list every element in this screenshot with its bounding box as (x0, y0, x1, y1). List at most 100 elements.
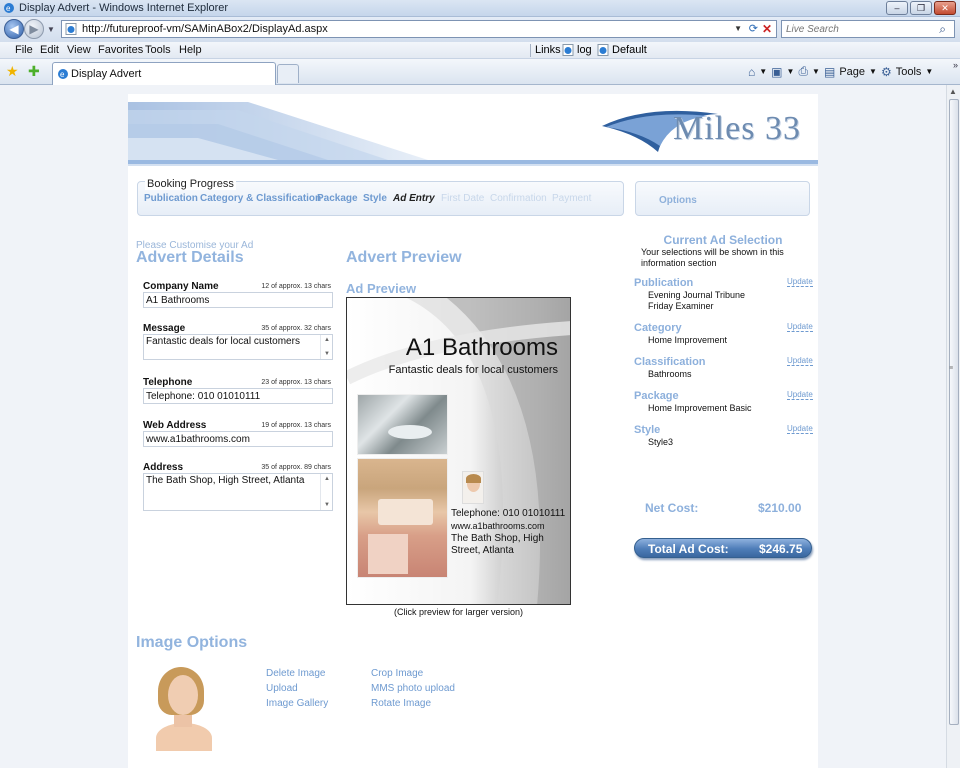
update-style-link[interactable]: Update (787, 424, 813, 434)
menu-view[interactable]: View (67, 44, 91, 56)
ad-preview-subtitle: Ad Preview (346, 281, 417, 296)
feeds-icon[interactable]: ▣ (771, 65, 782, 79)
stop-icon[interactable]: ✕ (762, 22, 772, 36)
address-field[interactable]: The Bath Shop, High Street, Atlanta ▲ ▼ (143, 473, 333, 511)
add-favorites-icon[interactable]: ✚ (28, 63, 40, 80)
ad-preview-image[interactable]: A1 Bathrooms Fantastic deals for local c… (346, 297, 571, 605)
menu-file[interactable]: File (15, 44, 33, 56)
ad-tagline: Fantastic deals for local customers (388, 364, 558, 376)
classification-heading: Classification (634, 356, 706, 368)
menu-favorites[interactable]: Favorites (98, 44, 143, 56)
page-menu[interactable]: Page (839, 66, 865, 78)
scroll-up-icon[interactable]: ▲ (949, 87, 957, 96)
svg-text:e: e (6, 4, 11, 13)
history-dropdown-icon[interactable]: ▼ (47, 25, 55, 34)
refresh-icon[interactable]: ⟳ (749, 22, 758, 35)
address-bar[interactable]: http://futureproof-vm/SAMinABox2/Display… (61, 20, 777, 38)
favorites-star-icon[interactable]: ★ (6, 63, 19, 80)
ad-title: A1 Bathrooms (405, 334, 558, 361)
back-icon[interactable]: ◀ (4, 19, 24, 39)
menu-help[interactable]: Help (179, 44, 202, 56)
update-publication-link[interactable]: Update (787, 277, 813, 287)
advert-details-title: Advert Details (136, 249, 244, 266)
ie-icon (597, 44, 609, 56)
link-log-label[interactable]: log (577, 44, 592, 56)
style-value: Style3 (648, 437, 674, 447)
page-dropdown-icon[interactable]: ▼ (869, 67, 877, 76)
tab-title: Display Advert (71, 68, 142, 80)
menu-tools[interactable]: Tools (145, 44, 171, 56)
image-gallery-link[interactable]: Image Gallery (266, 698, 328, 709)
scrollbar-thumb[interactable] (949, 99, 959, 725)
message-value[interactable]: Fantastic deals for local customers (146, 336, 300, 347)
print-icon[interactable]: ⎙ (798, 64, 808, 79)
search-icon[interactable]: ⌕ (939, 22, 946, 37)
telephone-label: Telephone (143, 377, 193, 388)
page-ie-icon: e (58, 69, 68, 79)
close-window-button[interactable]: ✕ (934, 1, 956, 15)
address-url[interactable]: http://futureproof-vm/SAMinABox2/Display… (82, 23, 328, 35)
tools-gear-icon[interactable]: ⚙ (881, 65, 892, 79)
search-box[interactable]: ⌕ (781, 20, 955, 38)
delete-image-link[interactable]: Delete Image (266, 668, 325, 679)
step-package[interactable]: Package (317, 193, 358, 204)
print-dropdown-icon[interactable]: ▼ (812, 67, 820, 76)
uploaded-image-thumbnail[interactable] (152, 665, 214, 751)
minimize-button[interactable]: – (886, 1, 908, 15)
ie-icon: e (4, 3, 14, 13)
update-category-link[interactable]: Update (787, 322, 813, 332)
vertical-scrollbar[interactable]: ▲ ≡ (946, 85, 960, 768)
upload-link[interactable]: Upload (266, 683, 298, 694)
command-bar: ⌂ ▼ ▣ ▼ ⎙ ▼ ▤ Page ▼ ⚙ Tools ▼ (748, 64, 933, 79)
telephone-field[interactable] (143, 388, 333, 404)
mms-photo-upload-link[interactable]: MMS photo upload (371, 683, 455, 694)
menu-edit[interactable]: Edit (40, 44, 59, 56)
feeds-dropdown-icon[interactable]: ▼ (787, 67, 795, 76)
message-field[interactable]: Fantastic deals for local customers ▲ ▼ (143, 334, 333, 360)
web-address-count: 19 of approx. 13 chars (261, 422, 331, 429)
web-address-field[interactable] (143, 431, 333, 447)
page-content: Miles 33 Booking Progress Publication Ca… (128, 94, 818, 768)
step-first-date: First Date (441, 193, 485, 204)
step-style[interactable]: Style (363, 193, 387, 204)
page-viewport: Miles 33 Booking Progress Publication Ca… (0, 85, 946, 768)
link-default-label[interactable]: Default (612, 44, 647, 56)
company-name-field[interactable] (143, 292, 333, 308)
link-default[interactable]: Default (597, 44, 647, 56)
address-dropdown-icon[interactable]: ▼ (734, 24, 742, 33)
search-input[interactable] (782, 21, 922, 37)
crop-image-link[interactable]: Crop Image (371, 668, 423, 679)
current-selection-title: Current Ad Selection (663, 233, 783, 247)
step-publication[interactable]: Publication (144, 193, 198, 204)
rotate-image-link[interactable]: Rotate Image (371, 698, 431, 709)
update-package-link[interactable]: Update (787, 390, 813, 400)
tools-menu[interactable]: Tools (896, 66, 922, 78)
package-value: Home Improvement Basic (648, 403, 752, 413)
ad-address-line-1: The Bath Shop, High (451, 533, 544, 544)
ad-address-line-2: Street, Atlanta (451, 545, 514, 556)
link-log[interactable]: log (562, 44, 592, 56)
forward-icon[interactable]: ▶ (24, 19, 44, 39)
menu-separator (530, 44, 531, 57)
message-count: 35 of approx. 32 chars (261, 325, 331, 332)
maximize-button[interactable]: ❐ (910, 1, 932, 15)
address-scrollbar[interactable]: ▲ ▼ (320, 474, 332, 510)
advert-preview-title: Advert Preview (346, 249, 462, 266)
total-cost-value: $246.75 (759, 542, 803, 556)
new-tab-button[interactable] (277, 64, 299, 83)
update-classification-link[interactable]: Update (787, 356, 813, 366)
current-selection-desc-1: Your selections will be shown in this (641, 247, 784, 257)
tab-display-advert[interactable]: e Display Advert (52, 62, 276, 85)
home-dropdown-icon[interactable]: ▼ (759, 67, 767, 76)
options-button[interactable]: Options (635, 181, 810, 216)
tools-dropdown-icon[interactable]: ▼ (925, 67, 933, 76)
options-label[interactable]: Options (659, 195, 697, 206)
home-icon[interactable]: ⌂ (748, 65, 755, 79)
ie-icon (562, 44, 574, 56)
page-icon[interactable]: ▤ (824, 65, 835, 79)
ad-web: www.a1bathrooms.com (451, 521, 545, 531)
toolbar-overflow-icon[interactable]: » (953, 60, 958, 70)
message-scrollbar[interactable]: ▲ ▼ (320, 335, 332, 359)
step-category-classification[interactable]: Category & Classification (200, 193, 321, 204)
address-value[interactable]: The Bath Shop, High Street, Atlanta (146, 475, 304, 486)
